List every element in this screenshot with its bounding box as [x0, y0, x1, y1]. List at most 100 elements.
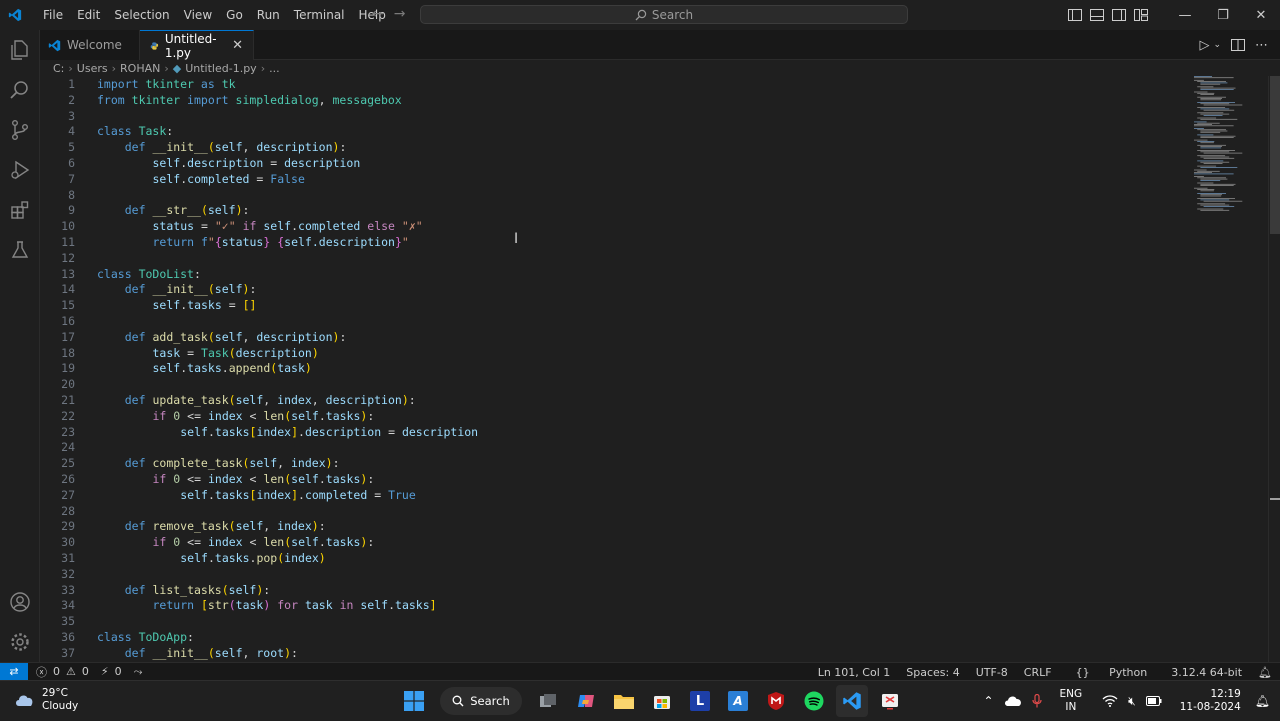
minimize-icon[interactable]: — [1166, 0, 1204, 30]
back-arrow-icon[interactable]: ← [372, 6, 384, 22]
notifications-bell-icon[interactable]: 🔔︎ [1250, 666, 1280, 679]
vscode-taskbar-icon[interactable] [836, 685, 868, 717]
encoding[interactable]: UTF-8 [968, 666, 1016, 679]
code-line[interactable]: 21 def update_task(self, index, descript… [40, 392, 1180, 408]
l-app-icon[interactable]: L [684, 685, 716, 717]
code-line[interactable]: 37 def __init__(self, root): [40, 645, 1180, 661]
customize-layout-icon[interactable] [1130, 0, 1152, 30]
minimap[interactable] [1190, 76, 1268, 216]
spotify-icon[interactable] [798, 685, 830, 717]
menu-file[interactable]: File [36, 0, 70, 30]
toggle-primary-sidebar-icon[interactable] [1064, 0, 1086, 30]
toggle-secondary-sidebar-icon[interactable] [1108, 0, 1130, 30]
ports-count[interactable]: 0 [115, 665, 122, 678]
code-line[interactable]: 1 import tkinter as tk [40, 76, 1180, 92]
menu-view[interactable]: View [177, 0, 219, 30]
code-line[interactable]: 3 [40, 108, 1180, 124]
code-line[interactable]: 10 status = "✓" if self.completed else "… [40, 218, 1180, 234]
forward-arrow-icon[interactable]: → [394, 6, 406, 22]
end-of-line[interactable]: CRLF [1016, 666, 1060, 679]
task-view-icon[interactable] [532, 685, 564, 717]
code-line[interactable]: 11 return f"{status} {self.description}" [40, 234, 1180, 250]
restore-icon[interactable]: ❐ [1204, 0, 1242, 30]
code-line[interactable]: 18 task = Task(description) [40, 345, 1180, 361]
tab-welcome[interactable]: Welcome [40, 30, 140, 60]
show-hidden-icons-chevron-icon[interactable]: ⌃ [983, 694, 993, 708]
toggle-panel-icon[interactable] [1086, 0, 1108, 30]
code-line[interactable]: 4 class Task: [40, 123, 1180, 139]
mcafee-icon[interactable] [760, 685, 792, 717]
code-line[interactable]: 17 def add_task(self, description): [40, 329, 1180, 345]
file-explorer-icon[interactable] [608, 685, 640, 717]
run-dropdown-chevron-icon[interactable]: ⌄ [1213, 40, 1221, 50]
vertical-scrollbar[interactable] [1268, 76, 1280, 662]
volume-muted-icon[interactable]: 🔇︎ [1128, 694, 1136, 709]
code-line[interactable]: 14 def __init__(self): [40, 281, 1180, 297]
input-language[interactable]: ENG IN [1060, 688, 1083, 714]
menu-selection[interactable]: Selection [107, 0, 176, 30]
code-line[interactable]: 32 [40, 566, 1180, 582]
onedrive-cloud-icon[interactable] [1004, 695, 1022, 707]
code-line[interactable]: 19 self.tasks.append(task) [40, 360, 1180, 376]
code-line[interactable]: 26 if 0 <= index < len(self.tasks): [40, 471, 1180, 487]
start-windows-icon[interactable] [398, 685, 430, 717]
code-line[interactable]: 35 [40, 613, 1180, 629]
code-line[interactable]: 29 def remove_task(self, index): [40, 518, 1180, 534]
code-line[interactable]: 7 self.completed = False [40, 171, 1180, 187]
code-line[interactable]: 34 return [str(task) for task in self.ta… [40, 597, 1180, 613]
breadcrumb-file[interactable]: Untitled-1.py [185, 62, 256, 75]
code-line[interactable]: 2 from tkinter import simpledialog, messa… [40, 92, 1180, 108]
remote-indicator-icon[interactable]: ⇄ [0, 662, 28, 681]
errors-icon[interactable]: ⓧ [36, 664, 47, 680]
split-editor-icon[interactable] [1231, 39, 1245, 51]
menu-run[interactable]: Run [250, 0, 287, 30]
code-line[interactable]: 16 [40, 313, 1180, 329]
error-count[interactable]: 0 [53, 665, 60, 678]
scrollbar-thumb[interactable] [1270, 76, 1280, 234]
python-interpreter[interactable]: 3.12.4 64-bit [1163, 666, 1250, 679]
warning-icon[interactable]: ⚠ [66, 665, 76, 678]
code-line[interactable]: 13 class ToDoList: [40, 266, 1180, 282]
tab-untitled-1[interactable]: Untitled-1.py ✕ [140, 30, 254, 60]
explorer-icon[interactable] [8, 38, 32, 62]
code-line[interactable]: 20 [40, 376, 1180, 392]
code-line[interactable]: 23 self.tasks[index].description = descr… [40, 424, 1180, 440]
extensions-icon[interactable] [8, 198, 32, 222]
code-line[interactable]: 9 def __str__(self): [40, 202, 1180, 218]
weather-widget[interactable]: 29°C Cloudy [14, 687, 78, 713]
code-line[interactable]: 33 def list_tasks(self): [40, 582, 1180, 598]
code-line[interactable]: 5 def __init__(self, description): [40, 139, 1180, 155]
taskbar-search[interactable]: Search [440, 687, 522, 715]
account-icon[interactable] [8, 590, 32, 614]
close-window-icon[interactable]: ✕ [1242, 0, 1280, 30]
menu-edit[interactable]: Edit [70, 0, 107, 30]
code-line[interactable]: 36 class ToDoApp: [40, 629, 1180, 645]
code-line[interactable]: 8 [40, 187, 1180, 203]
clock[interactable]: 12:19 11-08-2024 [1180, 688, 1241, 714]
manage-gear-icon[interactable] [8, 630, 32, 654]
run-debug-icon[interactable] [8, 158, 32, 182]
menu-go[interactable]: Go [219, 0, 250, 30]
notification-bell-icon[interactable]: 🔔︎ [1255, 694, 1270, 708]
snipping-tool-icon[interactable] [874, 685, 906, 717]
battery-icon[interactable] [1145, 696, 1162, 706]
code-line[interactable]: 30 if 0 <= index < len(self.tasks): [40, 534, 1180, 550]
microphone-icon[interactable] [1031, 694, 1042, 708]
code-line[interactable]: 22 if 0 <= index < len(self.tasks): [40, 408, 1180, 424]
code-line[interactable]: 15 self.tasks = [] [40, 297, 1180, 313]
code-line[interactable]: 6 self.description = description [40, 155, 1180, 171]
run-python-file-icon[interactable]: ▷ [1199, 38, 1209, 53]
code-line[interactable]: 31 self.tasks.pop(index) [40, 550, 1180, 566]
code-line[interactable]: 25 def complete_task(self, index): [40, 455, 1180, 471]
more-actions-icon[interactable]: ⋯ [1255, 38, 1268, 53]
code-line[interactable]: 27 self.tasks[index].completed = True [40, 487, 1180, 503]
live-share-icon[interactable]: ⤳ [134, 665, 143, 679]
cursor-position[interactable]: Ln 101, Col 1 [810, 666, 899, 679]
code-line[interactable]: 28 [40, 503, 1180, 519]
breadcrumb-symbols[interactable]: ... [269, 62, 280, 75]
azure-data-studio-icon[interactable]: A [722, 685, 754, 717]
code-line[interactable]: 24 [40, 439, 1180, 455]
language-mode[interactable]: {} Python [1060, 666, 1164, 679]
testing-icon[interactable] [8, 238, 32, 262]
breadcrumb-users[interactable]: Users [77, 62, 108, 75]
